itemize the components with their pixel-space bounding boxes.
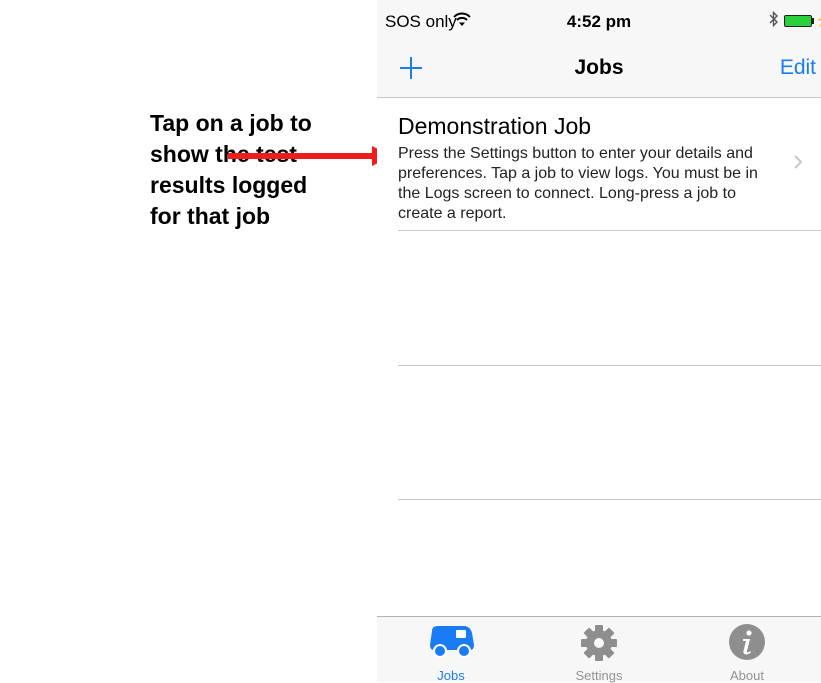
annotation-arrow-icon [228,146,392,166]
chevron-right-icon [794,155,803,169]
phone-screen: SOS only 4:52 pm ⚡ Jobs Edit Demonstrati… [377,0,821,683]
annotation-line: Tap on a job to [150,110,312,136]
edit-button[interactable]: Edit [780,56,816,80]
tab-jobs[interactable]: Jobs [377,617,525,683]
tab-settings[interactable]: Settings [525,617,673,683]
status-time: 4:52 pm [566,12,632,31]
nav-bar: Jobs Edit [377,40,821,98]
job-title: Demonstration Job [398,113,592,139]
gear-icon [581,625,617,661]
job-row[interactable]: Demonstration Job Press the Settings but… [377,98,821,230]
bluetooth-icon [769,10,778,28]
charging-icon: ⚡ [815,11,821,28]
van-icon [430,626,474,658]
page-title: Jobs [574,56,624,79]
tab-bar: Jobs Settings About [377,616,821,683]
row-divider [398,230,821,231]
info-icon [729,624,765,660]
tab-label: About [730,668,764,683]
annotation-line: for that job [150,203,271,229]
row-divider [398,365,821,366]
tab-about[interactable]: About [673,617,821,683]
job-description: Press the Settings button to enter your … [398,145,758,222]
annotation-text: Tap on a job to show the test results lo… [150,108,380,232]
status-bar: SOS only 4:52 pm ⚡ [377,0,821,40]
row-divider [398,499,821,500]
tab-label: Jobs [437,668,465,683]
annotation-line: results logged [150,172,308,198]
tab-label: Settings [575,668,623,683]
battery-tip [812,18,814,24]
battery-icon [784,15,812,27]
